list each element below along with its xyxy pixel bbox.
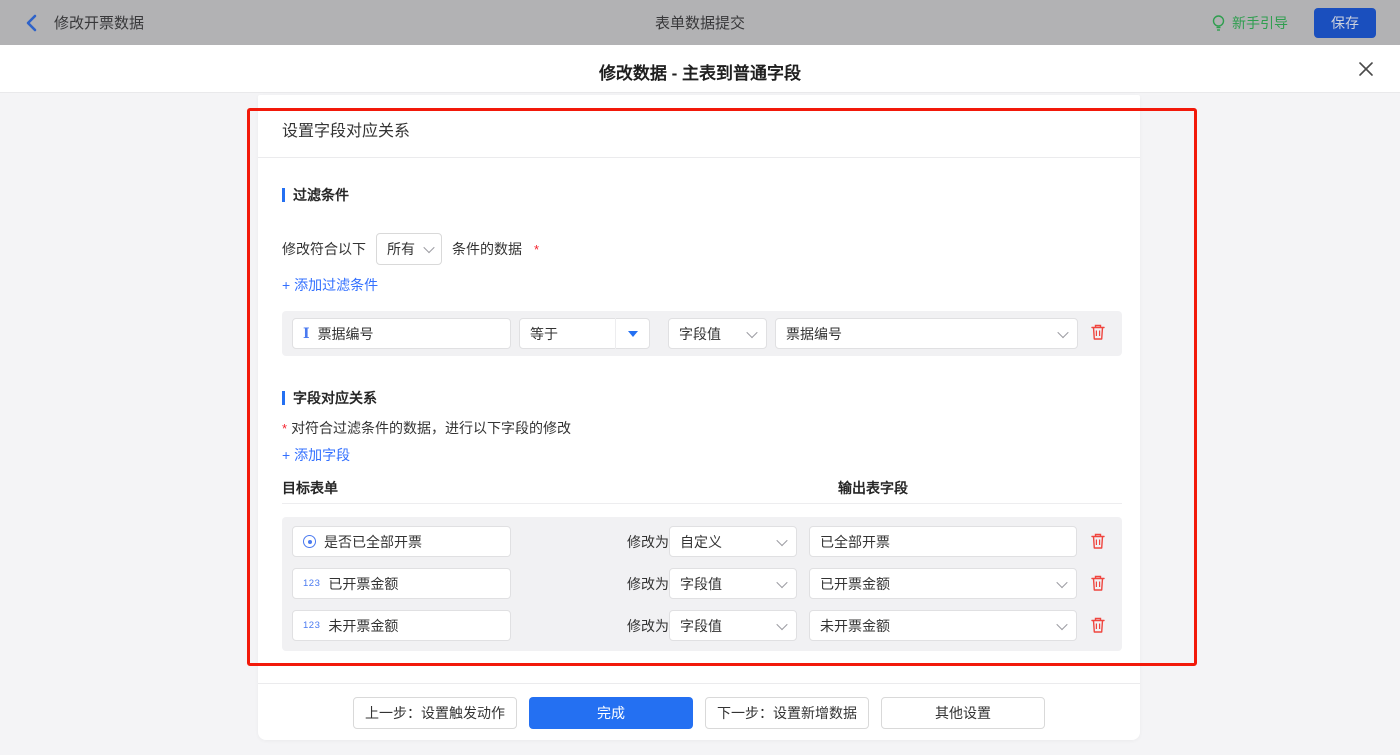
match-type-select[interactable]: 所有 — [376, 233, 442, 265]
delete-row-button[interactable] — [1090, 574, 1108, 594]
chevron-down-icon — [776, 534, 787, 545]
chevron-down-icon — [776, 576, 787, 587]
output-field-select[interactable]: 已开票金额 — [809, 568, 1077, 599]
radio-field-icon — [303, 535, 316, 548]
divider — [282, 503, 1122, 504]
number-field-icon: 123 — [303, 578, 320, 589]
modify-mode-select[interactable]: 字段值 — [669, 568, 797, 599]
mapping-row: 是否已全部开票 修改为 自定义 已全部开票 — [282, 526, 1122, 558]
mapping-rows-container: 是否已全部开票 修改为 自定义 已全部开票 — [282, 517, 1122, 651]
match-condition-line: 修改符合以下 所有 条件的数据 * — [282, 233, 539, 265]
chevron-down-icon — [423, 242, 434, 253]
caret-down-icon — [628, 331, 638, 337]
delete-row-button[interactable] — [1090, 532, 1108, 552]
chevron-down-icon — [746, 326, 757, 337]
modify-label: 修改为 — [627, 532, 669, 552]
modify-mode-select[interactable]: 字段值 — [669, 610, 797, 641]
lightbulb-icon — [1211, 14, 1226, 32]
chevron-down-icon — [1057, 326, 1068, 337]
dialog-title: 修改数据 - 主表到普通字段 — [0, 59, 1400, 84]
other-settings-button[interactable]: 其他设置 — [881, 697, 1045, 729]
delete-condition-button[interactable] — [1090, 323, 1108, 343]
number-field-icon: 123 — [303, 620, 320, 631]
dialog-header: 修改数据 - 主表到普通字段 — [0, 45, 1400, 93]
panel-title: 设置字段对应关系 — [282, 117, 410, 141]
condition-operator-select[interactable]: 等于 — [519, 318, 650, 349]
delete-row-button[interactable] — [1090, 616, 1108, 636]
divider — [258, 683, 1140, 684]
app-title: 表单数据提交 — [0, 12, 1400, 33]
divider — [615, 318, 616, 349]
dialog-body: 设置字段对应关系 过滤条件 修改符合以下 所有 条件的数据 * + 添加过滤条件… — [0, 94, 1400, 755]
guide-link[interactable]: 新手引导 — [1211, 13, 1288, 33]
save-button[interactable]: 保存 — [1314, 8, 1376, 38]
guide-label: 新手引导 — [1232, 13, 1288, 33]
delete-icon — [1090, 574, 1106, 592]
close-button[interactable] — [1356, 59, 1376, 79]
required-asterisk: * — [282, 421, 287, 436]
delete-icon — [1090, 616, 1106, 634]
mapping-row: 123 未开票金额 修改为 字段值 未开票金额 — [282, 610, 1122, 642]
divider — [258, 157, 1140, 158]
prev-step-button[interactable]: 上一步：设置触发动作 — [353, 697, 517, 729]
condition-field-input[interactable]: I 票据编号 — [292, 318, 511, 349]
modify-label: 修改为 — [627, 574, 669, 594]
delete-icon — [1090, 532, 1106, 550]
column-header-target: 目标表单 — [282, 478, 338, 498]
chevron-down-icon — [776, 618, 787, 629]
mapping-row: 123 已开票金额 修改为 字段值 已开票金额 — [282, 568, 1122, 600]
mapping-description: *对符合过滤条件的数据，进行以下字段的修改 — [282, 418, 571, 438]
condition-value-type-select[interactable]: 字段值 — [668, 318, 767, 349]
modify-label: 修改为 — [627, 616, 669, 636]
modify-mode-select[interactable]: 自定义 — [669, 526, 797, 557]
delete-icon — [1090, 323, 1106, 341]
done-button[interactable]: 完成 — [529, 697, 693, 729]
settings-panel: 设置字段对应关系 过滤条件 修改符合以下 所有 条件的数据 * + 添加过滤条件… — [258, 95, 1140, 740]
filter-section-heading: 过滤条件 — [282, 185, 349, 205]
text-field-icon: I — [303, 327, 310, 341]
close-icon — [1358, 61, 1374, 77]
section-accent-bar — [282, 391, 285, 405]
next-step-button[interactable]: 下一步：设置新增数据 — [705, 697, 869, 729]
section-accent-bar — [282, 188, 285, 202]
target-field-input[interactable]: 是否已全部开票 — [292, 526, 511, 557]
match-prefix: 修改符合以下 — [282, 239, 366, 259]
custom-value-input[interactable]: 已全部开票 — [809, 526, 1077, 557]
output-field-select[interactable]: 未开票金额 — [809, 610, 1077, 641]
top-bar: 修改开票数据 表单数据提交 新手引导 保存 — [0, 0, 1400, 45]
add-filter-condition-link[interactable]: + 添加过滤条件 — [282, 275, 378, 295]
footer-buttons: 上一步：设置触发动作 完成 下一步：设置新增数据 其他设置 — [258, 697, 1140, 729]
chevron-down-icon — [1056, 576, 1067, 587]
column-header-output: 输出表字段 — [838, 478, 908, 498]
target-field-input[interactable]: 123 已开票金额 — [292, 568, 511, 599]
condition-value-select[interactable]: 票据编号 — [775, 318, 1078, 349]
chevron-down-icon — [1056, 618, 1067, 629]
target-field-input[interactable]: 123 未开票金额 — [292, 610, 511, 641]
add-field-link[interactable]: + 添加字段 — [282, 445, 350, 465]
mapping-section-heading: 字段对应关系 — [282, 388, 377, 408]
required-asterisk: * — [534, 242, 539, 257]
match-suffix: 条件的数据 — [452, 239, 522, 259]
filter-condition-row: I 票据编号 等于 字段值 票据编号 — [282, 311, 1122, 356]
